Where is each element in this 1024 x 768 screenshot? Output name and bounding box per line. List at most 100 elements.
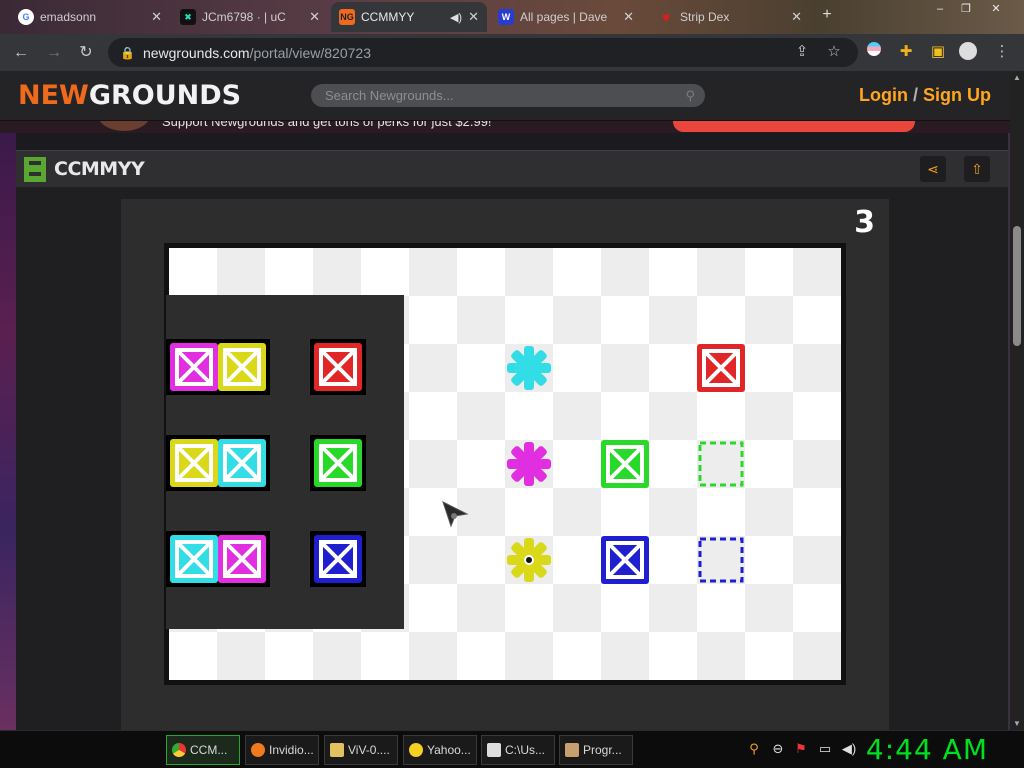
promo-button[interactable]	[673, 121, 915, 132]
board-cell[interactable]	[601, 584, 649, 632]
magenta-crate[interactable]	[218, 535, 266, 583]
board-cell[interactable]	[745, 344, 793, 392]
red-crate[interactable]	[314, 343, 362, 391]
search-icon[interactable]: ⚲	[746, 741, 762, 757]
board-cell[interactable]	[457, 536, 505, 584]
board-cell[interactable]	[553, 584, 601, 632]
magenta-crate[interactable]	[170, 343, 218, 391]
board-cell[interactable]	[457, 248, 505, 296]
board-cell[interactable]	[745, 488, 793, 536]
board-cell[interactable]	[169, 632, 217, 680]
board-cell[interactable]	[697, 584, 745, 632]
yellow-crate[interactable]	[218, 343, 266, 391]
board-cell[interactable]	[409, 296, 457, 344]
game-canvas[interactable]: 3	[121, 199, 889, 730]
board-cell[interactable]	[745, 440, 793, 488]
board-cell[interactable]	[265, 632, 313, 680]
forward-arrow-icon[interactable]: →	[43, 42, 65, 64]
board-cell[interactable]	[409, 632, 457, 680]
board-cell[interactable]	[793, 440, 841, 488]
signup-link[interactable]: Sign Up	[923, 85, 991, 105]
board-cell[interactable]	[457, 344, 505, 392]
board-cell[interactable]	[793, 584, 841, 632]
board-cell[interactable]	[409, 536, 457, 584]
tab-4[interactable]: ♥ Strip Dex ✕	[650, 2, 810, 32]
board-cell[interactable]	[649, 488, 697, 536]
newgrounds-logo[interactable]: NEWGROUNDS	[18, 81, 241, 111]
search-icon[interactable]: ⚲	[685, 84, 695, 107]
board-cell[interactable]	[553, 536, 601, 584]
board-cell[interactable]	[745, 536, 793, 584]
close-icon[interactable]: ✕	[151, 9, 162, 25]
board-cell[interactable]	[409, 440, 457, 488]
board-cell[interactable]	[553, 488, 601, 536]
green-crate[interactable]	[314, 439, 362, 487]
profile-flag-icon[interactable]	[864, 42, 884, 62]
board-cell[interactable]	[409, 584, 457, 632]
board-cell[interactable]	[697, 248, 745, 296]
magenta-gear-icon[interactable]	[505, 440, 553, 488]
share-button[interactable]: ⋖	[920, 156, 946, 182]
flag-icon[interactable]: ⚑	[793, 741, 809, 757]
blue-crate[interactable]	[601, 536, 649, 584]
red-crate[interactable]	[697, 344, 745, 392]
login-link[interactable]: Login	[859, 85, 908, 105]
board-cell[interactable]	[649, 392, 697, 440]
board-cell[interactable]	[601, 344, 649, 392]
board-cell[interactable]	[265, 248, 313, 296]
board-cell[interactable]	[361, 248, 409, 296]
board-cell[interactable]	[793, 536, 841, 584]
yellow-gear-icon[interactable]	[505, 536, 553, 584]
board-cell[interactable]	[697, 488, 745, 536]
board-cell[interactable]	[697, 632, 745, 680]
board-cell[interactable]	[745, 248, 793, 296]
tab-active[interactable]: NG CCMMYY ◀) ✕	[331, 2, 487, 32]
board-cell[interactable]	[217, 248, 265, 296]
yellow-crate[interactable]	[170, 439, 218, 487]
board-cell[interactable]	[409, 344, 457, 392]
volume-icon[interactable]: ◀)	[841, 741, 857, 757]
back-arrow-icon[interactable]: ←	[10, 42, 32, 64]
scrollbar-thumb[interactable]	[1013, 226, 1021, 346]
taskbar-item-firefox[interactable]: Invidio...	[245, 735, 319, 765]
board-cell[interactable]	[505, 584, 553, 632]
board-cell[interactable]	[553, 632, 601, 680]
board-cell[interactable]	[697, 296, 745, 344]
board-cell[interactable]	[457, 392, 505, 440]
board-cell[interactable]	[313, 632, 361, 680]
board-cell[interactable]	[745, 296, 793, 344]
sidepanel-icon[interactable]: ▣	[928, 42, 948, 62]
close-icon[interactable]: ✕	[468, 9, 479, 25]
taskbar-item-document[interactable]: ViV-0....	[324, 735, 398, 765]
board-cell[interactable]	[601, 296, 649, 344]
cyan-gear-icon[interactable]	[505, 344, 553, 392]
board-cell[interactable]	[553, 248, 601, 296]
board-cell[interactable]	[409, 248, 457, 296]
blue-target-outline[interactable]	[697, 536, 745, 584]
board-cell[interactable]	[793, 296, 841, 344]
address-bar[interactable]: 🔒 newgrounds.com/portal/view/820723	[108, 38, 858, 67]
board-cell[interactable]	[553, 344, 601, 392]
speaker-icon[interactable]: ◀)	[450, 11, 462, 24]
board-cell[interactable]	[217, 632, 265, 680]
board-cell[interactable]	[649, 296, 697, 344]
search-input[interactable]: Search Newgrounds... ⚲	[311, 84, 705, 107]
close-window-icon[interactable]: ✕	[986, 2, 1006, 16]
blue-crate[interactable]	[314, 535, 362, 583]
board-cell[interactable]	[505, 632, 553, 680]
board-cell[interactable]	[793, 488, 841, 536]
board-cell[interactable]	[553, 440, 601, 488]
close-icon[interactable]: ✕	[791, 9, 802, 25]
board-cell[interactable]	[457, 440, 505, 488]
board-cell[interactable]	[505, 392, 553, 440]
cyan-crate[interactable]	[170, 535, 218, 583]
minus-circle-icon[interactable]: ⊖	[770, 741, 786, 757]
tab-1[interactable]: ✖ JCm6798 · | uC ✕	[172, 2, 328, 32]
board-cell[interactable]	[649, 344, 697, 392]
taskbar-item-program[interactable]: Progr...	[559, 735, 633, 765]
tab-0[interactable]: G emadsonn ✕	[10, 2, 170, 32]
board-cell[interactable]	[409, 392, 457, 440]
board-cell[interactable]	[361, 632, 409, 680]
board-cell[interactable]	[649, 536, 697, 584]
menu-icon[interactable]: ⋮	[992, 42, 1012, 62]
